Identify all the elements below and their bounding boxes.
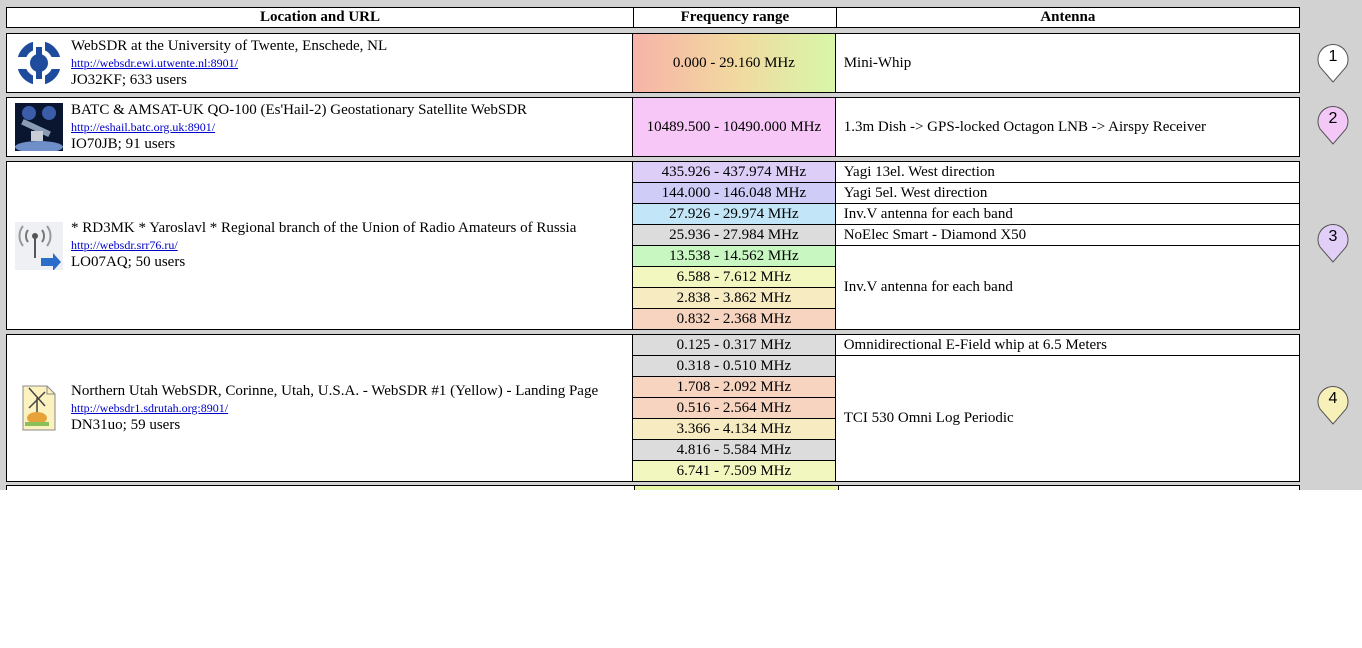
location-cell: [7, 486, 635, 490]
site-url-link[interactable]: http://websdr.ewi.utwente.nl:8901/: [71, 55, 387, 72]
frequency-range: 4.816 - 5.584 MHz: [633, 440, 835, 461]
frequency-range: 3.366 - 4.134 MHz: [633, 419, 835, 440]
table-header: Location and URL Frequency range Antenna: [6, 7, 1300, 28]
location-cell: Northern Utah WebSDR, Corinne, Utah, U.S…: [7, 335, 634, 481]
frequency-cell: 0.125 - 0.317 MHz 0.318 - 0.510 MHz 1.70…: [633, 335, 836, 481]
map-marker-3[interactable]: 3: [1317, 222, 1349, 264]
utwente-logo-icon[interactable]: [15, 39, 63, 87]
location-cell: WebSDR at the University of Twente, Ensc…: [7, 34, 634, 92]
site-name: * RD3MK * Yaroslavl * Regional branch of…: [71, 220, 577, 236]
marker-number: 4: [1328, 390, 1338, 407]
antenna-cell: Yagi 13el. West direction Yagi 5el. West…: [835, 162, 1299, 329]
frequency-range: 144.000 - 146.048 MHz: [633, 183, 835, 204]
frequency-range: 27.926 - 29.974 MHz: [633, 204, 835, 225]
site-url-link[interactable]: http://websdr.srr76.ru/: [71, 237, 576, 254]
site-name: BATC & AMSAT-UK QO-100 (Es'Hail-2) Geost…: [71, 101, 528, 118]
marker-number: 3: [1328, 228, 1338, 245]
header-location: Location and URL: [260, 9, 381, 25]
frequency-range: 10489.500 - 10490.000 MHz: [633, 98, 835, 156]
header-frequency: Frequency range: [633, 8, 836, 27]
frequency-range: 0.832 - 2.368 MHz: [633, 309, 835, 329]
frequency-range: 0.125 - 0.317 MHz: [633, 335, 835, 356]
frequency-range: 435.926 - 437.974 MHz: [633, 162, 835, 183]
site-name: Northern Utah WebSDR, Corinne, Utah, U.S…: [71, 382, 599, 399]
antenna-cell: Omnidirectional E-Field whip at 6.5 Mete…: [835, 335, 1299, 481]
header-antenna: Antenna: [835, 8, 1299, 27]
location-cell: * RD3MK * Yaroslavl * Regional branch of…: [7, 162, 634, 329]
table-row: WebSDR at the University of Twente, Ensc…: [6, 33, 1300, 93]
marker-number: 2: [1328, 110, 1338, 127]
table-row-partial: [6, 485, 1300, 490]
frequency-range: 0.516 - 2.564 MHz: [633, 398, 835, 419]
map-marker-4[interactable]: 4: [1317, 384, 1349, 426]
location-cell: BATC & AMSAT-UK QO-100 (Es'Hail-2) Geost…: [7, 98, 634, 156]
marker-number: 1: [1328, 48, 1338, 65]
frequency-cell: [635, 486, 839, 490]
frequency-range: 1.708 - 2.092 MHz: [633, 377, 835, 398]
antenna-cell: 1.3m Dish -> GPS-locked Octagon LNB -> A…: [836, 98, 1299, 156]
antenna-description: Mini-Whip: [843, 54, 912, 71]
site-meta: JO32KF; 633 users: [71, 71, 187, 88]
table-row: * RD3MK * Yaroslavl * Regional branch of…: [6, 161, 1300, 330]
satellite-image-icon[interactable]: [15, 103, 63, 153]
antenna-description: Inv.V antenna for each band: [835, 204, 1299, 225]
frequency-range: 6.741 - 7.509 MHz: [633, 461, 835, 481]
frequency-range: 2.838 - 3.862 MHz: [633, 288, 835, 309]
frequency-range: 13.538 - 14.562 MHz: [633, 246, 835, 267]
frequency-range: 25.936 - 27.984 MHz: [633, 225, 835, 246]
frequency-range: 6.588 - 7.612 MHz: [633, 267, 835, 288]
map-marker-2[interactable]: 2: [1317, 104, 1349, 146]
antenna-description: Omnidirectional E-Field whip at 6.5 Mete…: [835, 335, 1299, 356]
site-meta: DN31uo; 59 users: [71, 416, 181, 433]
frequency-cell: 0.000 - 29.160 MHz: [633, 34, 836, 92]
map-marker-1[interactable]: 1: [1317, 42, 1349, 84]
site-meta: IO70JB; 91 users: [71, 135, 176, 152]
antenna-description: 1.3m Dish -> GPS-locked Octagon LNB -> A…: [843, 118, 1206, 135]
antenna-description: Yagi 13el. West direction: [835, 162, 1299, 183]
site-url-link[interactable]: http://websdr1.sdrutah.org:8901/: [71, 400, 611, 417]
frequency-cell: 10489.500 - 10490.000 MHz: [633, 98, 836, 156]
table-row: Northern Utah WebSDR, Corinne, Utah, U.S…: [6, 334, 1300, 482]
table-row: BATC & AMSAT-UK QO-100 (Es'Hail-2) Geost…: [6, 97, 1300, 157]
antenna-description: TCI 530 Omni Log Periodic: [843, 410, 1014, 426]
antenna-document-icon[interactable]: [15, 384, 63, 432]
site-name: WebSDR at the University of Twente, Ensc…: [71, 37, 388, 54]
antenna-description: NoElec Smart - Diamond X50: [835, 225, 1299, 246]
frequency-cell: 435.926 - 437.974 MHz 144.000 - 146.048 …: [633, 162, 836, 329]
site-url-link[interactable]: http://eshail.batc.org.uk:8901/: [71, 119, 527, 136]
antenna-description: Inv.V antenna for each band: [843, 279, 1013, 295]
radio-tower-icon[interactable]: [15, 221, 63, 271]
antenna-description: Yagi 5el. West direction: [835, 183, 1299, 204]
frequency-range: 0.318 - 0.510 MHz: [633, 356, 835, 377]
frequency-range: 0.000 - 29.160 MHz: [633, 34, 835, 92]
site-meta: LO07AQ; 50 users: [71, 254, 186, 270]
antenna-cell: Mini-Whip: [836, 34, 1299, 92]
